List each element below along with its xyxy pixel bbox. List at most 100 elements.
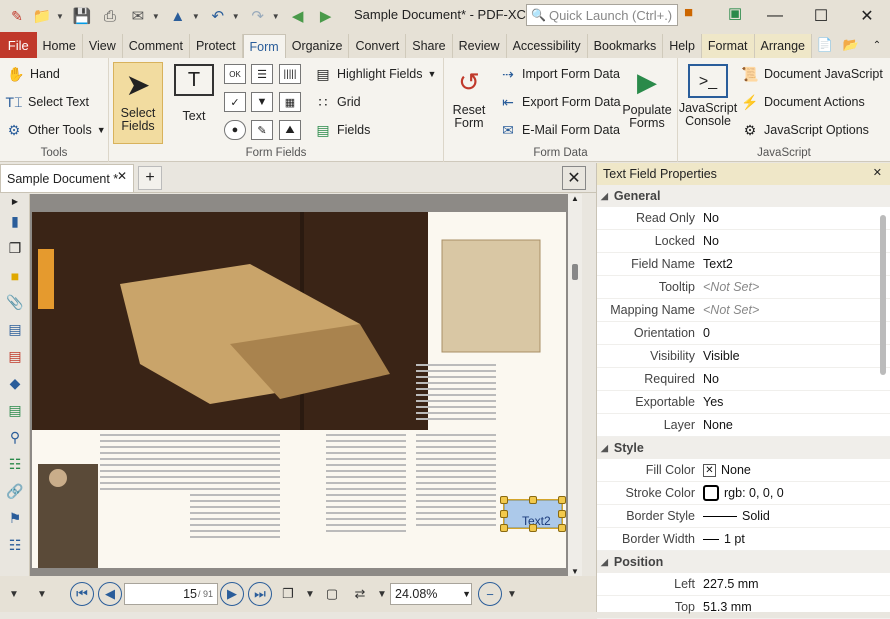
chevron-up-icon[interactable]: ⌃ [864, 33, 890, 57]
layers-icon[interactable]: ◆ [0, 370, 30, 397]
zoom-out-icon[interactable]: − [478, 582, 502, 606]
page-layout-icon[interactable]: ❐ [276, 582, 300, 606]
section-style[interactable]: ◢ Style [597, 437, 890, 459]
status-options-icon[interactable]: ▼ [30, 582, 54, 606]
prop-read-only[interactable]: Read Only No [597, 207, 890, 230]
combo-box-icon[interactable]: ▼ [251, 92, 273, 112]
pages-icon[interactable]: ❐ [0, 235, 30, 262]
resize-handle[interactable] [529, 524, 537, 532]
tab-convert[interactable]: Convert [349, 34, 407, 58]
export-form-data-button[interactable]: ⇤ Export Form Data [498, 92, 621, 112]
palette-icon[interactable]: ■ [684, 4, 693, 21]
back-icon[interactable]: ◀ [286, 4, 310, 28]
status-menu-icon[interactable]: ▼ [2, 582, 26, 606]
tab-share[interactable]: Share [406, 34, 453, 58]
folder-icon[interactable]: 📂 [838, 33, 864, 57]
maximize-icon[interactable]: ☐ [798, 0, 844, 32]
tab-protect[interactable]: Protect [190, 34, 243, 58]
zoom-dropdown-icon[interactable]: ▼ [506, 582, 518, 606]
file-menu[interactable]: File [0, 32, 37, 58]
close-icon[interactable]: ✕ [117, 169, 127, 183]
zoom-level-select[interactable]: 24.08% ▼ [390, 583, 472, 605]
prop-tooltip[interactable]: Tooltip <Not Set> [597, 276, 890, 299]
tab-form[interactable]: Form [242, 34, 286, 58]
tab-view[interactable]: View [83, 34, 123, 58]
email-form-data-button[interactable]: ✉ E-Mail Form Data [498, 120, 620, 140]
scroll-down-icon[interactable]: ▼ [568, 567, 582, 576]
other-tools-button[interactable]: ⚙ Other Tools ▼ [4, 120, 106, 140]
fields-panel-icon[interactable]: ▤ [0, 343, 30, 370]
content-icon[interactable]: ▤ [0, 316, 30, 343]
prop-exportable[interactable]: Exportable Yes [597, 391, 890, 414]
fit-page-icon[interactable]: ▢ [320, 582, 344, 606]
populate-forms-button[interactable]: ▶ Populate Forms [620, 64, 674, 130]
section-position[interactable]: ◢ Position [597, 551, 890, 573]
button-field-icon[interactable]: OK [224, 64, 246, 84]
close-icon[interactable]: ✕ [844, 0, 890, 32]
tab-home[interactable]: Home [37, 34, 83, 58]
chevron-down-icon[interactable]: ▼ [232, 12, 240, 21]
tag-icon[interactable]: ⚑ [0, 505, 30, 532]
page-number-input[interactable]: 15/ 91 [124, 583, 218, 605]
hand-tool[interactable]: ✋ Hand [6, 64, 60, 84]
prop-orientation[interactable]: Orientation 0 [597, 322, 890, 345]
highlight-fields-button[interactable]: ▤ Highlight Fields ▼ [313, 64, 436, 84]
image-field-icon[interactable]: ⛰ [279, 120, 301, 140]
destinations-icon[interactable]: ⚲ [0, 424, 30, 451]
scroll-up-icon[interactable]: ▲ [568, 194, 582, 203]
resize-handle[interactable] [500, 524, 508, 532]
tab-arrange[interactable]: Arrange [754, 34, 812, 58]
close-icon[interactable]: ✕ [873, 166, 882, 179]
new-tab-button[interactable]: + [138, 166, 162, 190]
signature-icon[interactable]: ✎ [251, 120, 273, 140]
comments-icon[interactable]: ■ [0, 262, 30, 289]
fullscreen-icon[interactable]: ▣ [728, 4, 742, 22]
chevron-down-icon[interactable]: ▼ [192, 12, 200, 21]
checkbox-icon[interactable]: ✓ [224, 92, 246, 112]
barcode-icon[interactable]: ||||| [279, 64, 301, 84]
date-field-icon[interactable]: ▦ [279, 92, 301, 112]
tab-review[interactable]: Review [453, 34, 507, 58]
forward-icon[interactable]: ▶ [314, 4, 338, 28]
chevron-down-icon[interactable]: ▼ [56, 12, 64, 21]
scroll-thumb[interactable] [572, 264, 578, 280]
undo-icon[interactable]: ↶ [206, 4, 230, 28]
zoom-options-icon[interactable]: ▼ [376, 582, 388, 606]
bookmark-icon[interactable]: ▮ [0, 208, 30, 235]
prop-layer[interactable]: Layer None [597, 414, 890, 437]
tab-organize[interactable]: Organize [286, 34, 350, 58]
radio-button-icon[interactable]: ● [224, 120, 246, 140]
fields-button[interactable]: ▤ Fields [313, 120, 370, 140]
tab-help[interactable]: Help [663, 34, 702, 58]
resize-handle[interactable] [558, 510, 566, 518]
email-icon[interactable]: ✉ [126, 4, 150, 28]
grid-button[interactable]: ∷ Grid [313, 92, 361, 112]
collapse-icon[interactable]: ▶ [0, 194, 30, 208]
organize-icon[interactable]: ☷ [0, 532, 30, 559]
section-general[interactable]: ◢ General [597, 185, 890, 207]
select-text-tool[interactable]: T⌶ Select Text [4, 92, 89, 112]
tab-accessibility[interactable]: Accessibility [507, 34, 588, 58]
prop-field-name[interactable]: Field Name Text2 [597, 253, 890, 276]
resize-handle[interactable] [529, 496, 537, 504]
javascript-console-button[interactable]: >_ JavaScript Console [678, 64, 738, 128]
scroll-thumb[interactable] [880, 215, 886, 375]
prop-border-style[interactable]: Border Style Solid [597, 505, 890, 528]
document-tab[interactable]: Sample Document * ✕ [0, 164, 134, 192]
text-field-button[interactable]: T Text [171, 64, 217, 123]
attachment-icon[interactable]: 📎 [0, 289, 30, 316]
minimize-icon[interactable]: — [752, 0, 798, 32]
prop-stroke-color[interactable]: Stroke Color rgb: 0, 0, 0 [597, 482, 890, 505]
tags-icon[interactable]: ▤ [0, 397, 30, 424]
close-document-button[interactable]: ✕ [562, 166, 586, 190]
document-actions-button[interactable]: ⚡ Document Actions [740, 92, 864, 112]
import-form-data-button[interactable]: ⇢ Import Form Data [498, 64, 620, 84]
prev-page-icon[interactable]: ◀ [98, 582, 122, 606]
properties-scrollbar[interactable] [878, 185, 888, 612]
chevron-down-icon[interactable]: ▼ [152, 12, 160, 21]
prop-top[interactable]: Top 51.3 mm [597, 596, 890, 619]
prop-left[interactable]: Left 227.5 mm [597, 573, 890, 596]
resize-handle[interactable] [500, 496, 508, 504]
list-box-icon[interactable]: ☰ [251, 64, 273, 84]
save-icon[interactable]: 💾 [70, 4, 94, 28]
